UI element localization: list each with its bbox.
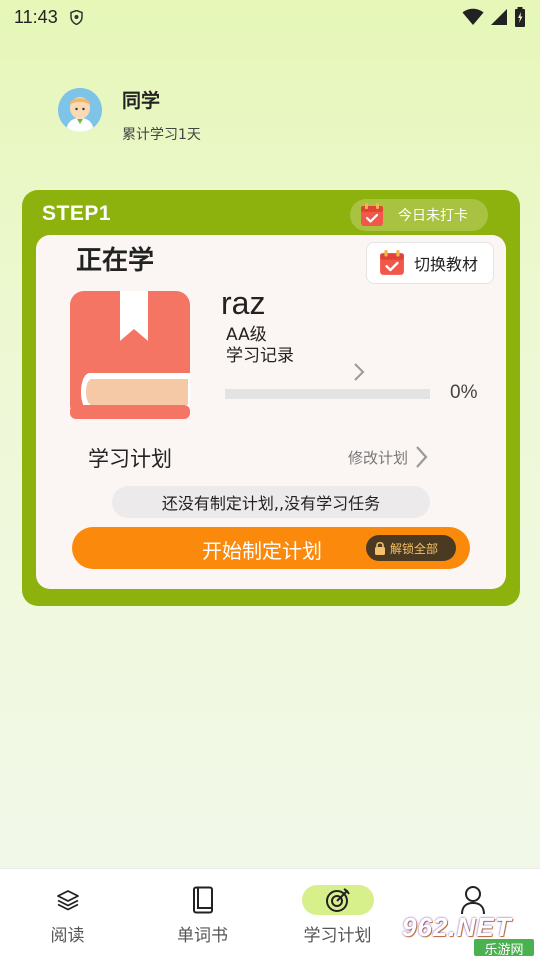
study-days-text: 累计学习1天 — [122, 127, 201, 143]
signal-icon — [491, 9, 507, 25]
progress-percent: 0% — [450, 382, 478, 403]
modify-plan-link[interactable]: 修改计划 — [348, 443, 428, 471]
modify-plan-label: 修改计划 — [348, 448, 409, 467]
nav-icon-container — [437, 885, 509, 915]
switch-textbook-label: 切换教材 — [414, 255, 479, 274]
section-title: 正在学 — [76, 246, 155, 276]
current-book-card: 正在学 切换教材 raz AA级 学习记录 0% 学习计划 修改计划 还没有制定… — [36, 235, 506, 589]
progress-bar — [225, 389, 430, 399]
calendar-check-icon — [361, 203, 383, 226]
profile-section[interactable]: 同学 累计学习1天 — [58, 86, 358, 146]
unlock-all-badge[interactable]: 解锁全部 — [366, 535, 456, 561]
profile-name: 同学 — [122, 90, 161, 112]
watermark-logo: 962.NET 乐游网 — [400, 912, 536, 958]
nav-icon-container — [32, 885, 104, 915]
lock-icon — [375, 541, 385, 555]
book-cover-icon[interactable] — [68, 291, 192, 419]
nav-item-reading[interactable]: 阅读 — [0, 869, 135, 960]
book-title: raz — [221, 285, 266, 321]
nav-label: 学习计划 — [303, 926, 372, 946]
study-record-link[interactable]: 学习记录 — [226, 341, 294, 366]
step-card: STEP1 今日未打卡 正在学 切换教材 raz AA级 学习记录 0% 学习计… — [22, 190, 520, 606]
chevron-right-icon[interactable] — [352, 361, 366, 383]
chevron-right-icon — [416, 446, 428, 468]
status-bar: 11:43 — [0, 0, 540, 34]
avatar[interactable] — [58, 88, 102, 132]
nav-item-wordbook[interactable]: 单词书 — [135, 869, 270, 960]
watermark-subtext: 乐游网 — [474, 939, 534, 958]
book-icon — [192, 886, 213, 914]
step-label: STEP1 — [42, 202, 112, 225]
avatar-illustration-icon — [58, 88, 102, 132]
nav-icon-container — [167, 885, 239, 915]
nav-label: 阅读 — [50, 926, 85, 946]
person-icon — [460, 886, 485, 915]
layers-icon — [56, 890, 79, 911]
battery-icon — [515, 7, 525, 27]
calendar-check-icon — [380, 250, 404, 275]
status-indicators — [462, 7, 526, 27]
target-icon — [325, 888, 350, 912]
switch-textbook-button[interactable]: 切换教材 — [366, 242, 494, 284]
create-plan-button[interactable]: 开始制定计划 解锁全部 — [72, 527, 470, 569]
nav-item-study-plan[interactable]: 学习计划 — [270, 869, 405, 960]
nav-icon-container-active — [301, 885, 374, 915]
checkin-status-text: 今日未打卡 — [398, 208, 468, 224]
no-plan-notice: 还没有制定计划,,没有学习任务 — [112, 486, 430, 518]
nav-label: 单词书 — [177, 926, 228, 946]
checkin-status-pill[interactable]: 今日未打卡 — [350, 199, 488, 231]
wifi-icon — [462, 8, 484, 25]
shield-icon — [69, 9, 83, 25]
study-plan-label: 学习计划 — [88, 447, 172, 471]
create-plan-label: 开始制定计划 — [202, 539, 322, 563]
unlock-all-label: 解锁全部 — [390, 541, 439, 556]
status-time: 11:43 — [14, 6, 58, 27]
